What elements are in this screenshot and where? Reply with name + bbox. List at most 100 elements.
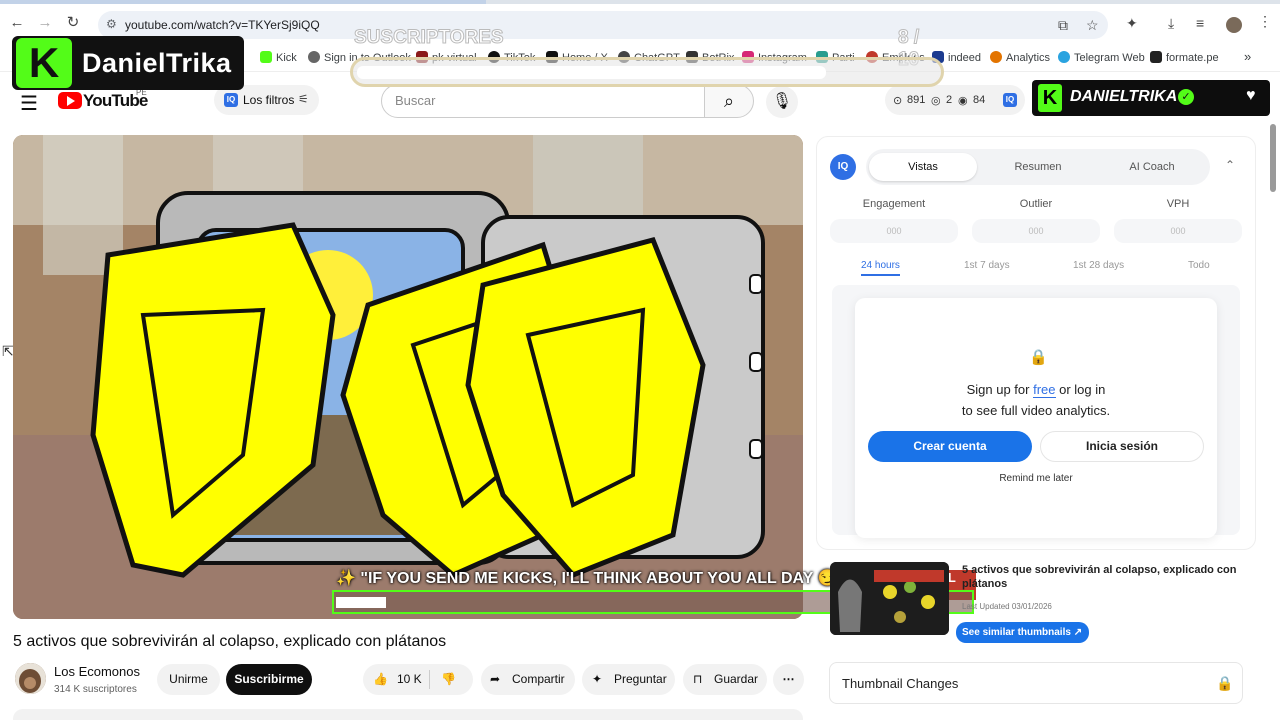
channel-subscribers: 314 K suscriptores xyxy=(54,684,137,695)
see-similar-thumbnails-button[interactable]: See similar thumbnails ↗ xyxy=(956,622,1089,643)
dislike-icon[interactable]: 👎 xyxy=(441,664,456,695)
bookmark-label[interactable]: Analytics xyxy=(1006,52,1050,64)
range-24-hours[interactable]: 24 hours xyxy=(861,260,900,276)
bookmark-star-icon[interactable]: ☆ xyxy=(1086,17,1099,34)
likes-count: 2 xyxy=(946,94,953,106)
channel-avatar[interactable] xyxy=(15,663,46,694)
collapse-chevron-icon[interactable]: ⌃ xyxy=(1225,158,1235,172)
page-scrollbar[interactable] xyxy=(1270,124,1276,192)
video-player[interactable] xyxy=(13,135,803,619)
share-button[interactable]: ➦ Compartir xyxy=(481,664,575,695)
back-arrow-icon[interactable]: ← xyxy=(8,14,26,32)
more-bookmarks-icon[interactable]: » xyxy=(1244,49,1251,64)
save-button[interactable]: ⊓ Guardar xyxy=(683,664,767,695)
watch-icon: ◉ xyxy=(958,95,968,107)
install-app-icon[interactable]: ⧉ xyxy=(1058,17,1068,34)
mouse-cursor-icon: ⇱ xyxy=(2,343,14,359)
bookmark-item[interactable]: formate.pe xyxy=(1150,51,1219,64)
similar-video-title[interactable]: 5 activos que sobrevivirán al colapso, e… xyxy=(962,563,1242,591)
like-count[interactable]: 10 K xyxy=(397,664,422,695)
create-account-button[interactable]: Crear cuenta xyxy=(868,431,1032,462)
kick-logo-icon: K xyxy=(16,38,72,88)
thumbnail-changes-row[interactable]: Thumbnail Changes 🔒 xyxy=(829,662,1243,704)
ask-button[interactable]: ✦ Preguntar xyxy=(582,664,675,695)
bookmark-label[interactable]: formate.pe xyxy=(1166,52,1219,64)
lock-icon: 🔒 xyxy=(1216,675,1234,691)
reload-icon[interactable]: ↻ xyxy=(64,14,82,32)
browser-menu-icon[interactable]: ⋮ xyxy=(1258,13,1272,30)
site-info-icon[interactable]: ⚙ xyxy=(106,17,117,31)
bookmark-icon: ⊓ xyxy=(693,672,703,686)
tab-ai-coach[interactable]: AI Coach xyxy=(1098,153,1206,181)
url-text[interactable]: youtube.com/watch?v=TKYerSj9iQQ xyxy=(125,18,320,32)
range-first-28-days[interactable]: 1st 28 days xyxy=(1073,260,1124,271)
metric-engagement-label: Engagement xyxy=(862,198,926,210)
filters-label: Los filtros xyxy=(243,93,295,107)
more-actions-icon[interactable]: ⋯ xyxy=(773,664,804,695)
like-icon[interactable]: 👍 xyxy=(373,664,388,695)
kick-streamer-logo: K DanielTrika xyxy=(12,36,244,90)
forward-arrow-icon[interactable]: → xyxy=(36,14,54,32)
alert-message: ✨ "IF YOU SEND ME KICKS, I'LL THINK ABOU… xyxy=(336,570,845,587)
search-icon: ⌕ xyxy=(723,91,735,111)
search-placeholder: Buscar xyxy=(395,93,436,108)
subscriber-goal: SUSCRIPTORES 8 / 10 xyxy=(350,27,944,90)
join-button[interactable]: Unirme xyxy=(157,664,220,695)
voice-search-button[interactable]: 🎙 xyxy=(766,86,798,118)
metric-vph-value: 000 xyxy=(1114,219,1242,243)
profile-avatar[interactable] xyxy=(1226,17,1242,33)
iq-icon: IQ xyxy=(224,93,238,107)
bookmark-label[interactable]: indeed xyxy=(948,52,981,64)
bookmark-label[interactable]: Telegram Web xyxy=(1074,52,1145,64)
like-dislike-group: 👍 10 K 👎 xyxy=(363,664,473,695)
verified-icon: ✓ xyxy=(1178,89,1194,105)
range-first-7-days[interactable]: 1st 7 days xyxy=(964,260,1010,271)
free-link[interactable]: free xyxy=(1033,382,1056,398)
tab-vistas[interactable]: Vistas xyxy=(869,153,977,181)
subscribe-button[interactable]: Suscribirme xyxy=(226,664,312,695)
remind-later-link[interactable]: Remind me later xyxy=(855,473,1217,484)
subscribe-label: Suscribirme xyxy=(234,672,304,686)
channel-name[interactable]: Los Ecomonos xyxy=(54,664,140,679)
kick-name-tag: K DANIELTRIKA ✓ ♥ xyxy=(1032,80,1270,116)
download-icon[interactable]: ⤓ xyxy=(1168,15,1174,32)
lock-icon: 🔒 xyxy=(1029,349,1048,366)
divider xyxy=(429,670,430,689)
join-label: Unirme xyxy=(169,672,208,686)
metric-vph-label: VPH xyxy=(1166,198,1190,210)
bookmark-label[interactable]: Kick xyxy=(276,52,297,64)
metric-outlier-label: Outlier xyxy=(1019,198,1053,210)
media-control-icon[interactable]: ≡ xyxy=(1196,15,1204,31)
bookmark-item[interactable]: Telegram Web xyxy=(1058,51,1145,64)
thumbnail-changes-label: Thumbnail Changes xyxy=(842,676,959,691)
alert-progress-fill xyxy=(336,597,386,608)
video-title: 5 activos que sobrevivirán al colapso, e… xyxy=(13,633,447,650)
tag-name: DANIELTRIKA xyxy=(1070,88,1178,105)
youtube-logo[interactable]: YouTube PE xyxy=(58,88,148,112)
signup-gate: 🔒 Sign up for free or log in to see full… xyxy=(855,298,1217,538)
gate-line-2: to see full video analytics. xyxy=(961,403,1111,418)
avatar-image xyxy=(15,663,46,694)
ask-label: Preguntar xyxy=(614,672,667,686)
thumbnail-image xyxy=(830,562,949,635)
bookmark-item[interactable]: Analytics xyxy=(990,51,1050,64)
sliders-icon: ⚟ xyxy=(298,92,309,106)
extensions-icon[interactable]: ✦ xyxy=(1126,15,1138,32)
share-icon: ➦ xyxy=(490,672,501,686)
kick-logo-icon: K xyxy=(1038,84,1062,112)
bookmark-item[interactable]: Kick xyxy=(260,51,297,64)
iq-icon: IQ xyxy=(830,154,856,180)
video-frame xyxy=(13,135,803,619)
range-all[interactable]: Todo xyxy=(1188,260,1210,271)
watching-count: 84 xyxy=(973,94,986,106)
login-button[interactable]: Inicia sesión xyxy=(1040,431,1204,462)
analytics-tabs: Vistas Resumen AI Coach xyxy=(866,149,1210,185)
share-label: Compartir xyxy=(512,672,565,686)
youtube-play-icon xyxy=(58,92,82,109)
hamburger-menu-icon[interactable]: ☰ xyxy=(20,91,38,116)
gate-text: or log in xyxy=(1055,382,1106,397)
page-load-progress-fill xyxy=(0,0,487,4)
video-thumbnail[interactable] xyxy=(830,562,949,635)
description-box[interactable] xyxy=(13,709,803,720)
tab-resumen[interactable]: Resumen xyxy=(984,153,1092,181)
